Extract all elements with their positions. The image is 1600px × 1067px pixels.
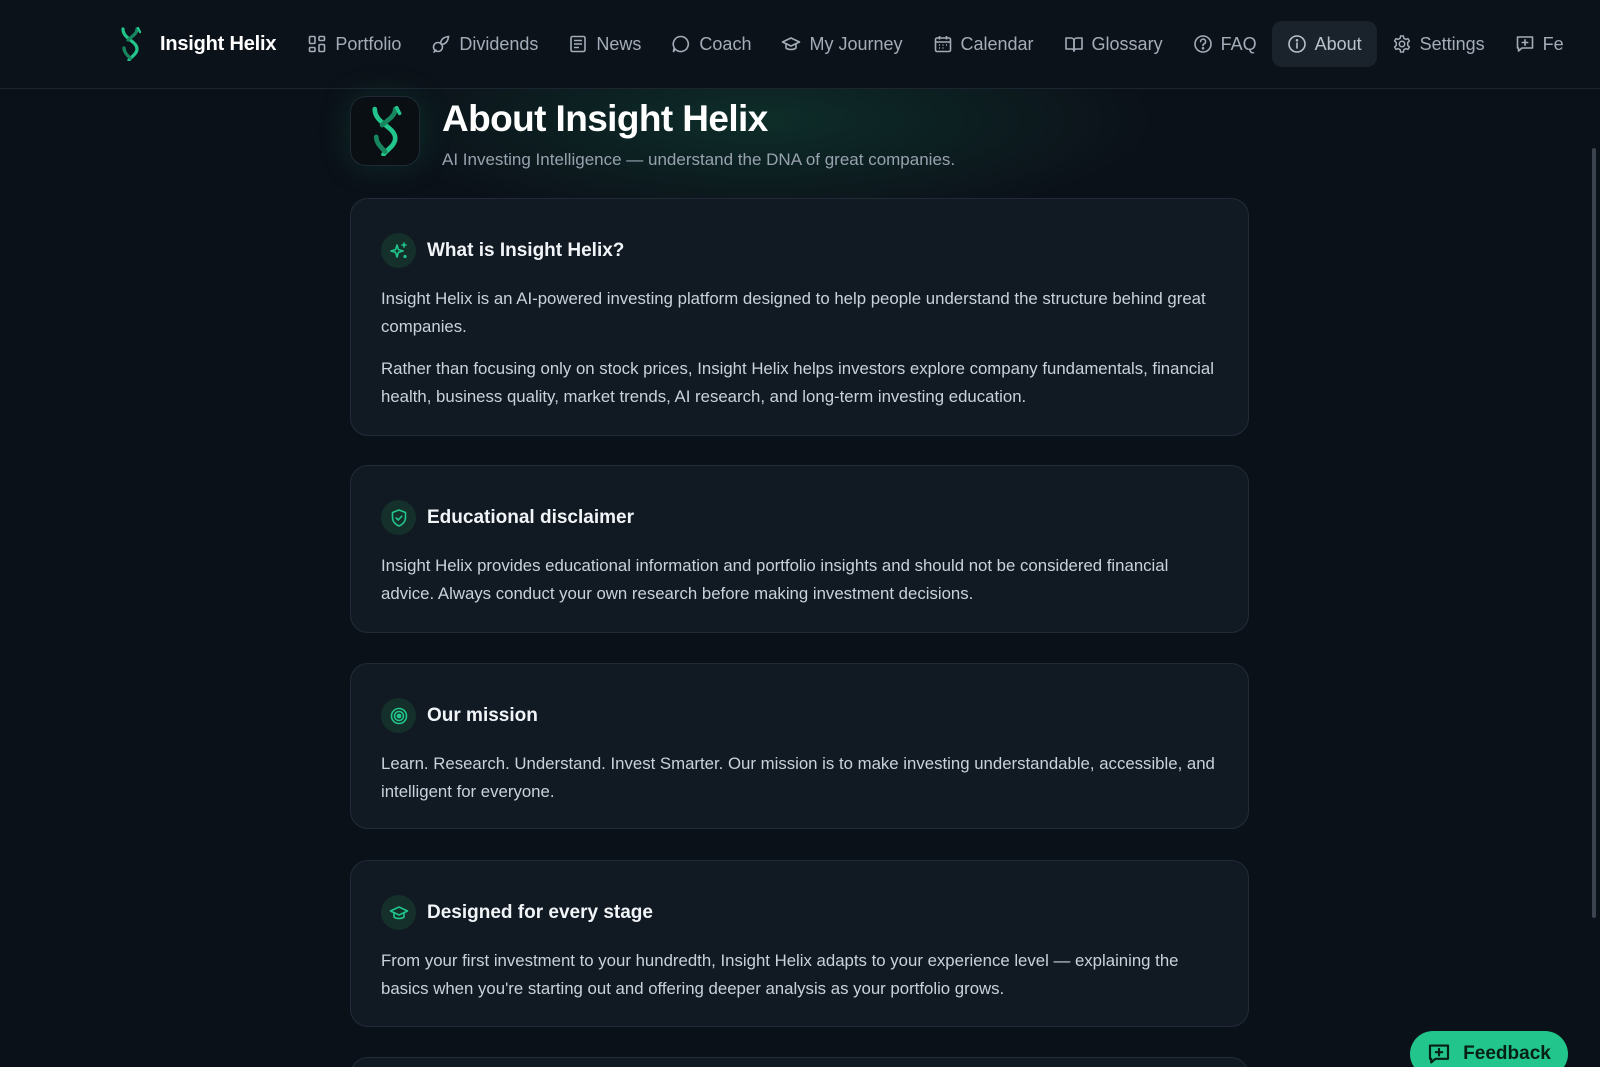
nav-item-label: FAQ — [1220, 33, 1257, 54]
helix-logo-icon — [350, 96, 420, 166]
feedback-button-label: Feedback — [1463, 1043, 1551, 1064]
nav-item-label: Dividends — [459, 33, 539, 54]
nav-item-portfolio[interactable]: Portfolio — [292, 21, 416, 67]
nav-item-news[interactable]: News — [553, 21, 656, 67]
message-plus-icon — [1516, 36, 1533, 52]
nav-item-settings[interactable]: Settings — [1377, 21, 1500, 67]
page-subtitle: AI Investing Intelligence — understand t… — [442, 150, 956, 169]
card-paragraph: Rather than focusing only on stock price… — [381, 359, 1214, 406]
card-paragraph: Insight Helix provides educational infor… — [381, 556, 1169, 603]
grid-icon — [309, 35, 326, 53]
scrollbar-thumb[interactable] — [1592, 148, 1596, 918]
page-title: About Insight Helix — [442, 98, 768, 139]
sprout-icon — [433, 35, 450, 53]
nav-item-coach[interactable]: Coach — [656, 21, 766, 67]
card-paragraph: Learn. Research. Understand. Invest Smar… — [381, 754, 1215, 801]
nav-item-feedback[interactable]: Fe — [1500, 21, 1579, 67]
page-header: About Insight Helix AI Investing Intelli… — [350, 96, 955, 170]
book-open-icon — [1064, 37, 1083, 52]
nav-item-label: Fe — [1542, 33, 1564, 54]
card-our-mission: Our mission Learn. Research. Understand.… — [350, 663, 1249, 829]
feedback-button[interactable]: Feedback — [1410, 1031, 1568, 1067]
nav-item-label: Settings — [1419, 33, 1485, 54]
nav-item-label: Coach — [699, 33, 752, 54]
nav-item-label: Glossary — [1091, 33, 1163, 54]
card-paragraph: From your first investment to your hundr… — [381, 951, 1179, 998]
shield-check-icon — [381, 500, 416, 535]
nav-item-label: My Journey — [809, 33, 903, 54]
nav-item-faq[interactable]: FAQ — [1178, 21, 1272, 67]
nav-item-dividends[interactable]: Dividends — [416, 21, 553, 67]
card-title: Educational disclaimer — [427, 506, 634, 528]
message-plus-icon — [1429, 1044, 1450, 1064]
card-title: Designed for every stage — [427, 901, 653, 923]
card-designed-for-every-stage: Designed for every stage From your first… — [350, 860, 1249, 1027]
help-circle-icon — [1193, 35, 1212, 53]
chat-bubble-icon — [672, 35, 690, 53]
nav-item-my-journey[interactable]: My Journey — [766, 21, 917, 67]
nav-item-label: Portfolio — [335, 33, 402, 54]
info-icon — [1287, 35, 1306, 53]
brand-name: Insight Helix — [160, 32, 277, 55]
card-educational-disclaimer: Educational disclaimer Insight Helix pro… — [350, 465, 1249, 633]
nav-item-about[interactable]: About — [1271, 21, 1377, 67]
nav-item-calendar[interactable]: Calendar — [918, 21, 1049, 67]
nav-item-label: Calendar — [960, 33, 1034, 54]
target-icon — [381, 698, 416, 733]
sparkles-icon — [381, 233, 416, 268]
card-what-is: What is Insight Helix? Insight Helix is … — [350, 198, 1249, 436]
card-title: Our mission — [427, 704, 538, 726]
top-navigation: Insight Helix Portfolio Dividends News C… — [0, 0, 1600, 89]
card-next-partial — [350, 1057, 1249, 1067]
calendar-icon — [934, 36, 951, 53]
nav-item-glossary[interactable]: Glossary — [1049, 21, 1178, 67]
helix-logo-icon — [114, 26, 146, 62]
card-title: What is Insight Helix? — [427, 239, 625, 261]
card-paragraph: Insight Helix is an AI-powered investing… — [381, 289, 1206, 336]
newspaper-icon — [570, 35, 587, 53]
graduation-cap-icon — [381, 895, 416, 930]
graduation-cap-icon — [782, 37, 801, 51]
gear-icon — [1393, 35, 1410, 53]
nav-item-label: About — [1314, 33, 1362, 54]
nav-item-label: News — [596, 33, 642, 54]
brand[interactable]: Insight Helix — [114, 26, 277, 62]
